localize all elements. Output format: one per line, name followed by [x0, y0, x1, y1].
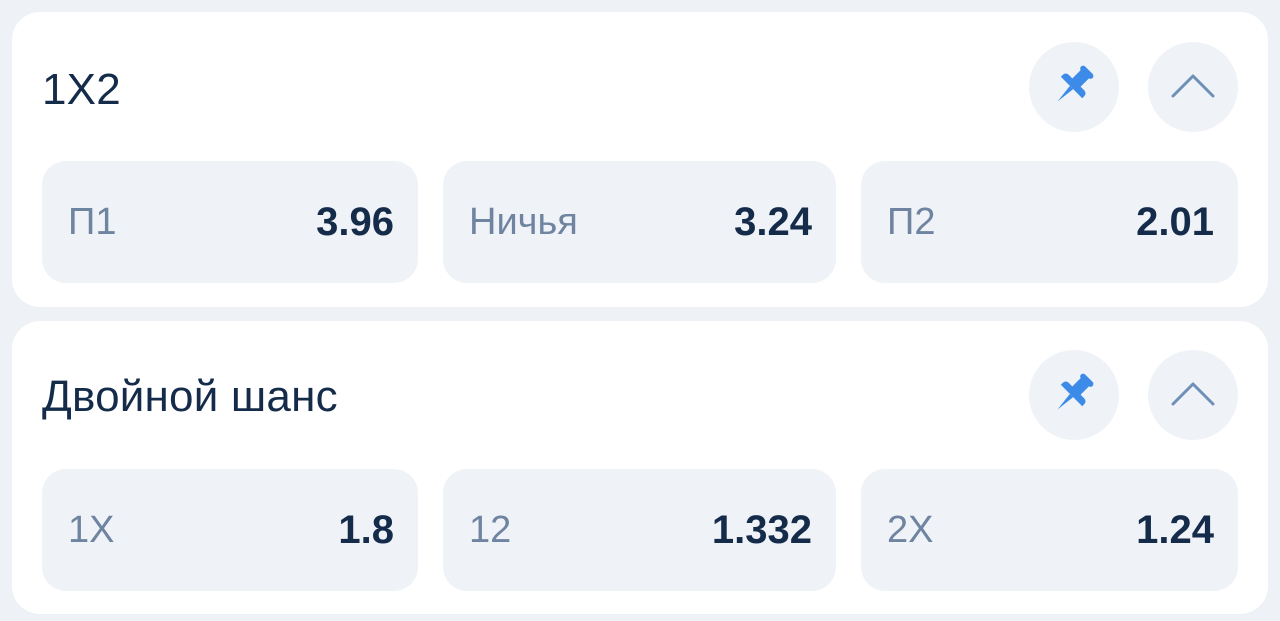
odds-row: П1 3.96 Ничья 3.24 П2 2.01: [42, 161, 1238, 283]
market-title: Двойной шанс: [42, 372, 338, 421]
chevron-up-icon: [1170, 71, 1216, 104]
odd-value: 3.96: [316, 199, 394, 244]
odd-value: 2.01: [1136, 199, 1214, 244]
odd-value: 1.24: [1136, 507, 1214, 552]
odd-button-draw[interactable]: Ничья 3.24: [443, 161, 836, 283]
odd-button-p2[interactable]: П2 2.01: [861, 161, 1238, 283]
odd-label: П1: [68, 200, 117, 243]
collapse-button[interactable]: [1148, 350, 1238, 440]
collapse-button[interactable]: [1148, 42, 1238, 132]
market-card-1x2: 1X2 П1 3.96 Ничья 3.24 П2 2.01: [12, 12, 1268, 307]
odd-label: Ничья: [469, 200, 578, 243]
odd-label: 2X: [887, 508, 934, 551]
pin-icon: [1046, 57, 1102, 118]
odd-value: 3.24: [734, 199, 812, 244]
pin-icon: [1046, 365, 1102, 426]
odd-button-12[interactable]: 12 1.332: [443, 469, 836, 591]
odd-button-1x[interactable]: 1X 1.8: [42, 469, 418, 591]
odd-label: П2: [887, 200, 936, 243]
odd-button-2x[interactable]: 2X 1.24: [861, 469, 1238, 591]
market-card-double-chance: Двойной шанс 1X 1.8 12 1.332 2X 1.24: [12, 321, 1268, 614]
chevron-up-icon: [1170, 379, 1216, 412]
market-title: 1X2: [42, 65, 121, 114]
odd-value: 1.8: [338, 507, 394, 552]
odd-value: 1.332: [711, 507, 812, 552]
pin-button[interactable]: [1029, 42, 1119, 132]
odd-button-p1[interactable]: П1 3.96: [42, 161, 418, 283]
odd-label: 1X: [68, 508, 115, 551]
odd-label: 12: [469, 508, 512, 551]
odds-row: 1X 1.8 12 1.332 2X 1.24: [42, 469, 1238, 591]
pin-button[interactable]: [1029, 350, 1119, 440]
